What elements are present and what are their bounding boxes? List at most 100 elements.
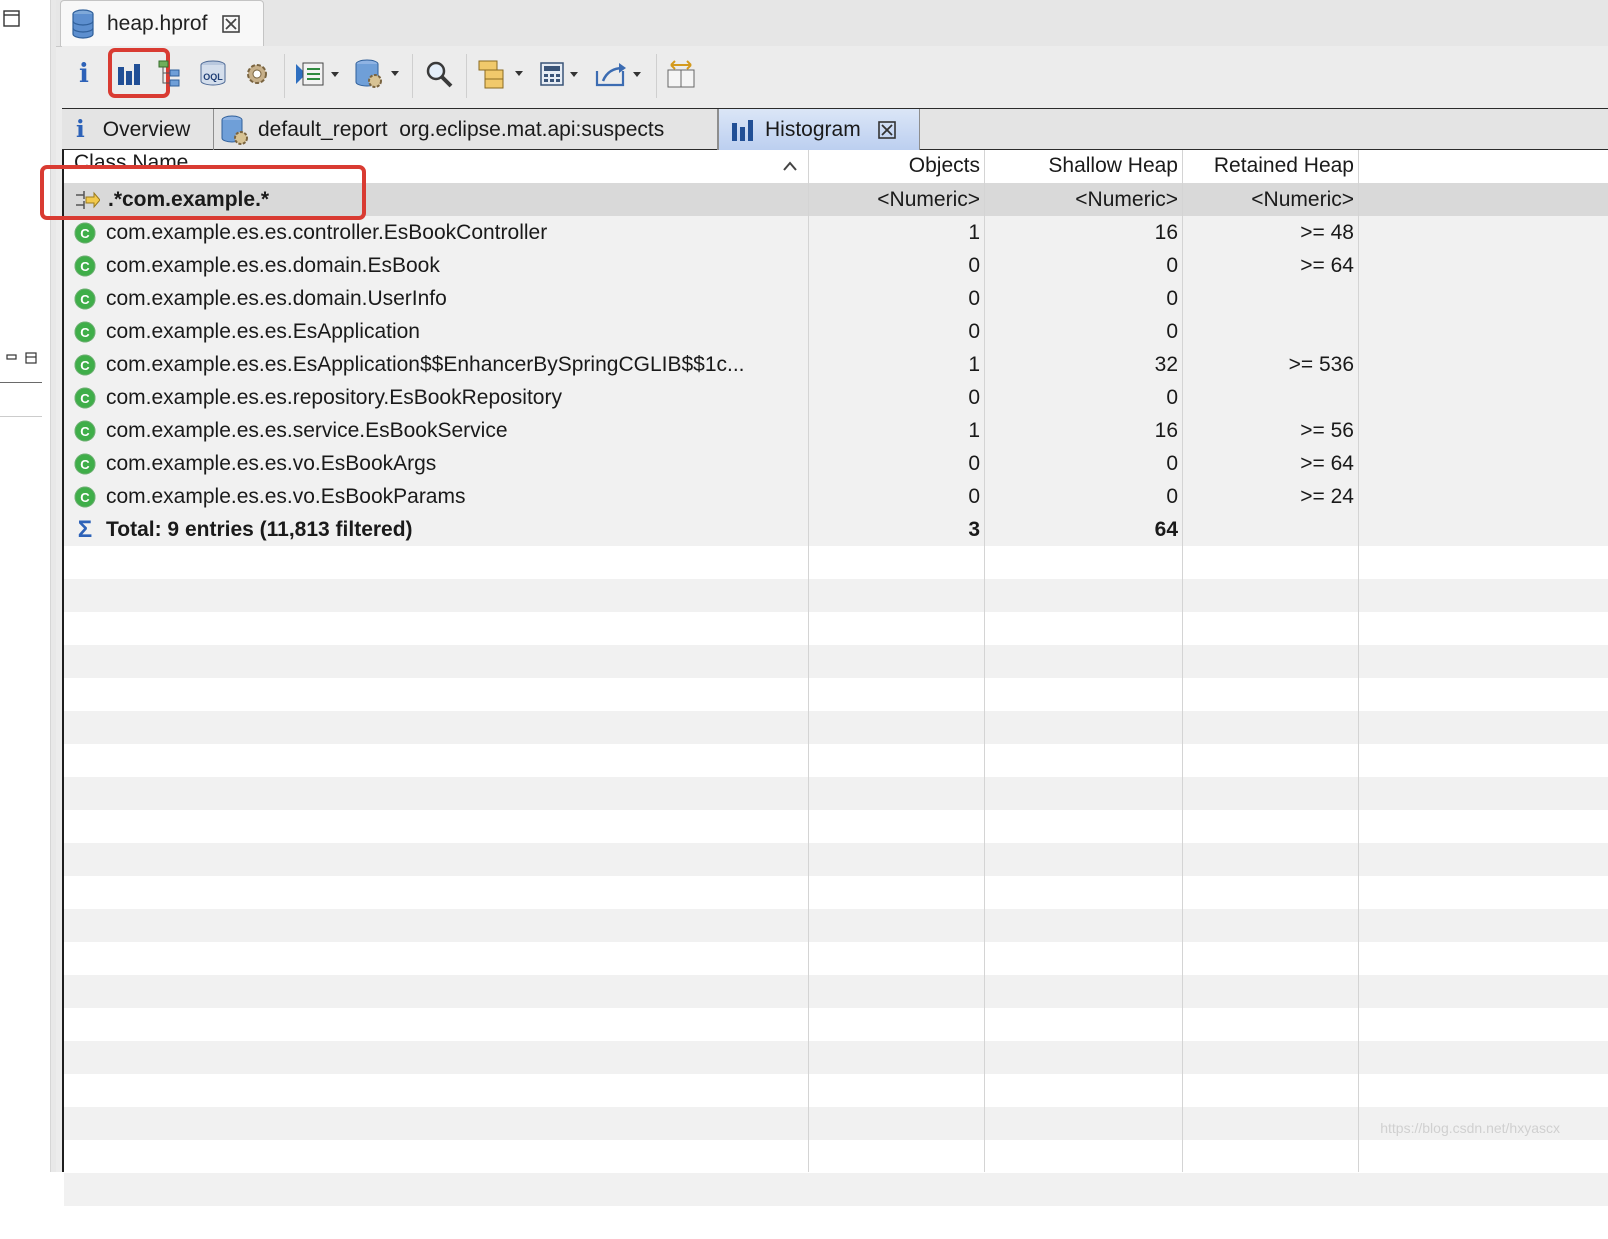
cell-shallow-heap: 0 [986,447,1184,480]
cell-retained-heap: >= 56 [1184,414,1360,447]
shallow-heap-value: 32 [1154,352,1178,376]
svg-text:C: C [80,226,90,241]
close-icon[interactable] [877,120,897,140]
dominator-tree-button[interactable] [156,54,186,94]
shallow-heap-value: 0 [1166,385,1178,409]
heap-details-button[interactable] [240,54,274,94]
editor-tab-heap[interactable]: heap.hprof [60,0,264,46]
query-browser-button[interactable] [352,54,406,94]
empty-row [64,546,1608,579]
empty-row [64,1206,1608,1239]
tab-histogram[interactable]: Histogram [718,109,920,150]
tab-default-report-label: default_report org.eclipse.mat.api:suspe… [258,117,665,141]
group-by-button[interactable] [474,54,530,94]
class-name-text: com.example.es.es.domain.UserInfo [106,286,447,310]
class-name-text: com.example.es.es.EsApplication$$Enhance… [106,352,745,376]
empty-row [64,1173,1608,1206]
objects-value: 0 [968,319,980,343]
highlight-box [40,165,366,220]
table-row[interactable]: Ccom.example.es.es.vo.EsBookParams 0 0 >= 2… [64,480,1608,513]
column-header-objects[interactable]: Objects [810,150,986,182]
run-report-icon [296,62,339,86]
cell-shallow-heap: 0 [986,480,1184,513]
objects-value: 0 [968,286,980,310]
table-row[interactable]: Ccom.example.es.es.service.EsBookService… [64,414,1608,447]
cell-objects: 3 [810,513,986,546]
empty-row [64,1041,1608,1074]
shallow-heap-value: 0 [1166,253,1178,277]
retained-heap-value: >= 56 [1300,418,1354,442]
compare-button[interactable] [664,54,698,94]
info-button[interactable]: i [74,54,94,94]
class-icon: C [74,321,96,342]
column-header-label: Objects [908,154,980,177]
sort-ascending-icon[interactable] [782,160,798,172]
svg-text:C: C [80,457,90,472]
find-object-button[interactable] [422,54,456,94]
column-header-filler [1360,150,1608,182]
column-header-retained-heap[interactable]: Retained Heap [1184,150,1360,182]
cell-shallow-heap: 64 [986,513,1184,546]
filter-objects[interactable]: <Numeric> [810,183,986,216]
cell-retained-heap: >= 24 [1184,480,1360,513]
svg-text:C: C [80,490,90,505]
run-report-button[interactable] [292,54,346,94]
cell-filler [1360,414,1608,447]
export-button[interactable] [592,54,648,94]
cell-retained-heap [1184,282,1360,315]
table-row[interactable]: Ccom.example.es.es.domain.EsBook 0 0 >= 64 [64,249,1608,282]
class-icon: C [74,222,96,243]
objects-value: 3 [968,517,980,541]
oql-button[interactable]: OQL [196,54,230,94]
filter-retained-heap[interactable]: <Numeric> [1184,183,1360,216]
cell-filler [1360,216,1608,249]
close-icon[interactable] [221,14,241,34]
toolbar-separator [284,54,285,98]
watermark: https://blog.csdn.net/hxyascx [1380,1120,1560,1136]
cell-filler [1360,513,1608,546]
cell-shallow-heap: 0 [986,381,1184,414]
empty-row [64,909,1608,942]
tab-overview[interactable]: i Overview [62,109,214,150]
sum-icon: Σ [77,515,93,543]
shallow-heap-value: 0 [1166,451,1178,475]
cell-class-name: Ccom.example.es.es.domain.EsBook [64,249,810,282]
cell-filler [1360,315,1608,348]
retained-heap-value: >= 536 [1288,352,1354,376]
cell-filler [1360,249,1608,282]
class-name-text: com.example.es.es.EsApplication [106,319,420,343]
tab-overview-label: Overview [102,117,191,141]
retained-heap-value: >= 64 [1300,451,1354,475]
table-row[interactable]: Ccom.example.es.es.vo.EsBookArgs 0 0 >= 64 [64,447,1608,480]
svg-text:C: C [80,259,90,274]
table-row[interactable]: Ccom.example.es.es.repository.EsBookRepo… [64,381,1608,414]
tab-default-report[interactable]: default_report org.eclipse.mat.api:suspe… [214,109,718,150]
class-icon: C [74,255,96,276]
class-name-text: com.example.es.es.vo.EsBookParams [106,484,466,508]
cell-class-name: Ccom.example.es.es.EsApplication$$Enhanc… [64,348,810,381]
table-row[interactable]: Ccom.example.es.es.controller.EsBookCont… [64,216,1608,249]
filter-shallow-heap[interactable]: <Numeric> [986,183,1184,216]
result-tab-bar: i Overview default_report org.eclipse.ma… [62,108,1608,150]
minimize-maximize-icon[interactable] [6,352,40,364]
cell-retained-heap [1184,381,1360,414]
total-row[interactable]: Σ Total: 9 entries (11,813 filtered) 3 64 [64,513,1608,546]
empty-row [64,777,1608,810]
restore-view-icon[interactable] [3,10,20,27]
empty-row [64,942,1608,975]
retained-heap-value: >= 64 [1300,253,1354,277]
cell-objects: 0 [810,282,986,315]
histogram-table[interactable]: Class Name Objects Shallow Heap Retained… [62,150,1608,1206]
table-row[interactable]: Ccom.example.es.es.domain.UserInfo 0 0 [64,282,1608,315]
cell-shallow-heap: 16 [986,414,1184,447]
info-icon: i [79,59,89,89]
column-header-label: Shallow Heap [1048,154,1178,177]
cell-objects: 0 [810,447,986,480]
calculate-retained-button[interactable] [538,54,584,94]
table-row[interactable]: Ccom.example.es.es.EsApplication 0 0 [64,315,1608,348]
cell-objects: 0 [810,480,986,513]
column-header-shallow-heap[interactable]: Shallow Heap [986,150,1184,182]
filter-placeholder: <Numeric> [1251,187,1354,211]
table-row[interactable]: Ccom.example.es.es.EsApplication$$Enhanc… [64,348,1608,381]
cell-retained-heap: >= 48 [1184,216,1360,249]
